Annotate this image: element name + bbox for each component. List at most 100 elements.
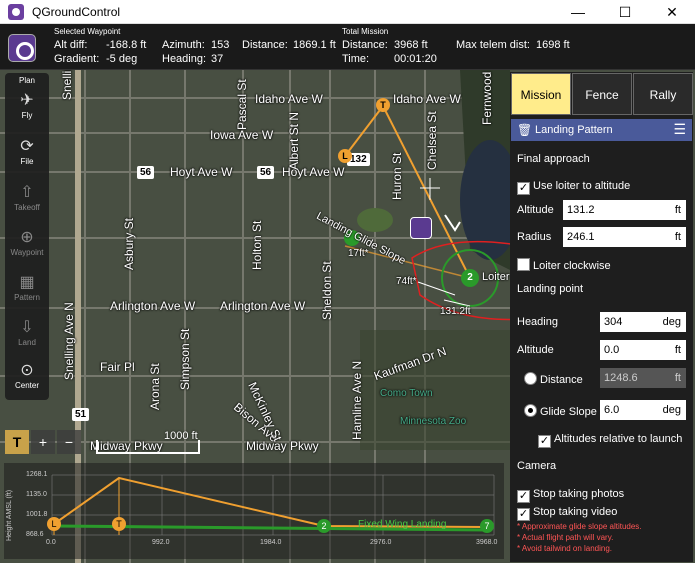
- tool-file-label: File: [20, 157, 34, 166]
- gradient-value: -5 deg: [106, 53, 138, 65]
- total-distance-label: Distance:: [342, 39, 388, 51]
- radius-label: Radius: [517, 231, 552, 243]
- loiter-altitude-field[interactable]: 131.2 ft: [563, 200, 686, 220]
- heading-label: Heading:: [162, 53, 207, 65]
- takeoff-waypoint-marker[interactable]: T: [376, 98, 390, 112]
- tool-plan[interactable]: Plan: [5, 76, 49, 85]
- warning-approx: * Approximate glide slope altitudes.: [517, 522, 642, 531]
- stop-video-check-icon: ✓: [517, 508, 530, 521]
- terrain-toggle-button[interactable]: T: [5, 430, 29, 454]
- tool-waypoint[interactable]: ⊕ Waypoint: [5, 228, 49, 257]
- stop-video-checkbox[interactable]: ✓ Stop taking video: [517, 506, 617, 521]
- mission-altitude-profile[interactable]: Height AMSL (ft) 1268.1 1135.0 1001.8 86…: [4, 463, 504, 559]
- app-icon: [8, 4, 24, 20]
- tool-fly[interactable]: ✈ Fly: [5, 91, 49, 120]
- profile-marker-2[interactable]: 2: [317, 519, 331, 533]
- stop-photos-check-icon: ✓: [517, 490, 530, 503]
- alt-label-131: 131.2ft: [440, 306, 471, 317]
- landing-distance-field[interactable]: 1248.6 ft: [600, 368, 686, 388]
- max-telem-value: 1698 ft: [536, 39, 570, 51]
- landing-heading-field[interactable]: 304 deg: [600, 312, 686, 332]
- waypoint-2-marker[interactable]: 2: [461, 269, 479, 287]
- warning-flight-path: * Actual flight path will vary.: [517, 533, 614, 542]
- mission-toolbar: Selected Waypoint Alt diff: -168.8 ft Gr…: [0, 24, 695, 70]
- gradient-label: Gradient:: [54, 53, 100, 65]
- landing-altitude-field[interactable]: 0.0 ft: [600, 340, 686, 360]
- land-icon: ⇩: [20, 319, 34, 336]
- loiter-clockwise-checkbox[interactable]: Loiter clockwise: [517, 258, 611, 272]
- hamburger-menu-icon[interactable]: ☰: [673, 121, 686, 138]
- mission-editor-panel: Mission Fence Rally 🗑 Landing Pattern ☰ …: [510, 72, 693, 562]
- use-loiter-label: Use loiter to altitude: [533, 180, 631, 192]
- max-telem-label: Max telem dist:: [456, 39, 530, 51]
- trash-icon[interactable]: 🗑: [517, 123, 532, 137]
- warning-tailwind: * Avoid tailwind on landing.: [517, 544, 613, 553]
- profile-xtick-4: 2976.0: [370, 539, 392, 546]
- profile-marker-l[interactable]: L: [47, 517, 61, 531]
- qgc-logo-icon[interactable]: [8, 34, 36, 62]
- profile-xtick-3: 1984.0: [260, 539, 282, 546]
- total-distance-value: 3968 ft: [394, 39, 428, 51]
- launch-marker[interactable]: L: [338, 149, 352, 163]
- tool-land-label: Land: [18, 338, 36, 347]
- profile-xtick-5: 3968.0: [476, 539, 498, 546]
- waypoint-icon: ⊕: [20, 229, 34, 246]
- profile-ytick-4: 868.6: [26, 531, 44, 538]
- tab-rally[interactable]: Rally: [633, 73, 693, 115]
- total-time-label: Time:: [342, 53, 370, 65]
- zoom-out-button[interactable]: −: [57, 430, 81, 454]
- relative-to-launch-check-icon: ✓: [538, 435, 551, 448]
- profile-marker-t[interactable]: T: [112, 517, 126, 531]
- distance-value: 1869.1 ft: [293, 39, 336, 51]
- landing-altitude-value: 0.0: [604, 344, 620, 356]
- profile-ytick-3: 1001.8: [26, 511, 48, 518]
- pattern-icon: ▦: [19, 274, 35, 291]
- glide-slope-field[interactable]: 6.0 deg: [600, 400, 686, 420]
- tool-land[interactable]: ⇩ Land: [5, 318, 49, 347]
- loiter-radius-unit: ft: [674, 231, 681, 243]
- tool-fly-label: Fly: [21, 111, 33, 120]
- heading-label: Heading: [517, 316, 558, 328]
- use-loiter-checkbox[interactable]: ✓ Use loiter to altitude: [517, 180, 630, 195]
- landing-heading-value: 304: [604, 316, 623, 328]
- landing-pattern-header[interactable]: 🗑 Landing Pattern ☰: [511, 119, 692, 141]
- heading-value: 37: [211, 53, 224, 65]
- glide-slope-unit: deg: [662, 404, 681, 416]
- profile-marker-7[interactable]: 7: [480, 519, 494, 533]
- loiter-radius-value: 246.1: [567, 231, 595, 243]
- tool-takeoff[interactable]: ⇧ Takeoff: [5, 183, 49, 212]
- loiter-clockwise-check-icon: [517, 258, 530, 271]
- tool-pattern[interactable]: ▦ Pattern: [5, 273, 49, 302]
- profile-chart: [51, 474, 495, 536]
- profile-fixed-wing-label: Fixed Wing Landing: [358, 519, 447, 530]
- tool-pattern-label: Pattern: [14, 293, 40, 302]
- landing-distance-value: 1248.6: [604, 372, 638, 384]
- close-button[interactable]: ✕: [649, 0, 695, 24]
- loiter-radius-field[interactable]: 246.1 ft: [563, 227, 686, 247]
- landing-distance-unit: ft: [674, 372, 681, 384]
- tool-center[interactable]: ⊙ Center: [5, 361, 49, 390]
- tab-mission[interactable]: Mission: [511, 73, 571, 115]
- zoom-in-button[interactable]: +: [31, 430, 55, 454]
- tab-fence[interactable]: Fence: [572, 73, 632, 115]
- map-zoom-controls: T + −: [5, 430, 81, 456]
- tool-file[interactable]: ⟳ File: [5, 137, 49, 166]
- glide-slope-radio[interactable]: Glide Slope: [524, 404, 597, 418]
- vehicle-icon[interactable]: [410, 217, 432, 239]
- profile-ytick-1: 1268.1: [26, 471, 48, 478]
- landing-heading-unit: deg: [662, 316, 681, 328]
- stop-photos-checkbox[interactable]: ✓ Stop taking photos: [517, 488, 624, 503]
- fly-icon: ✈: [20, 92, 34, 109]
- title-bar: QGroundControl — ☐ ✕: [0, 0, 695, 24]
- alt-diff-value: -168.8 ft: [106, 39, 147, 51]
- map-scale-bar: [96, 440, 200, 454]
- distance-radio-icon: [524, 372, 537, 385]
- glide-slope-radio-icon: [524, 404, 537, 417]
- tool-plan-label: Plan: [18, 76, 35, 85]
- relative-to-launch-checkbox[interactable]: ✓ Altitudes relative to launch: [538, 433, 682, 448]
- minimize-button[interactable]: —: [555, 0, 601, 24]
- distance-radio[interactable]: Distance: [524, 372, 583, 386]
- maximize-button[interactable]: ☐: [602, 0, 648, 24]
- total-time-value: 00:01:20: [394, 53, 437, 65]
- map-scale-label: 1000 ft: [164, 430, 198, 442]
